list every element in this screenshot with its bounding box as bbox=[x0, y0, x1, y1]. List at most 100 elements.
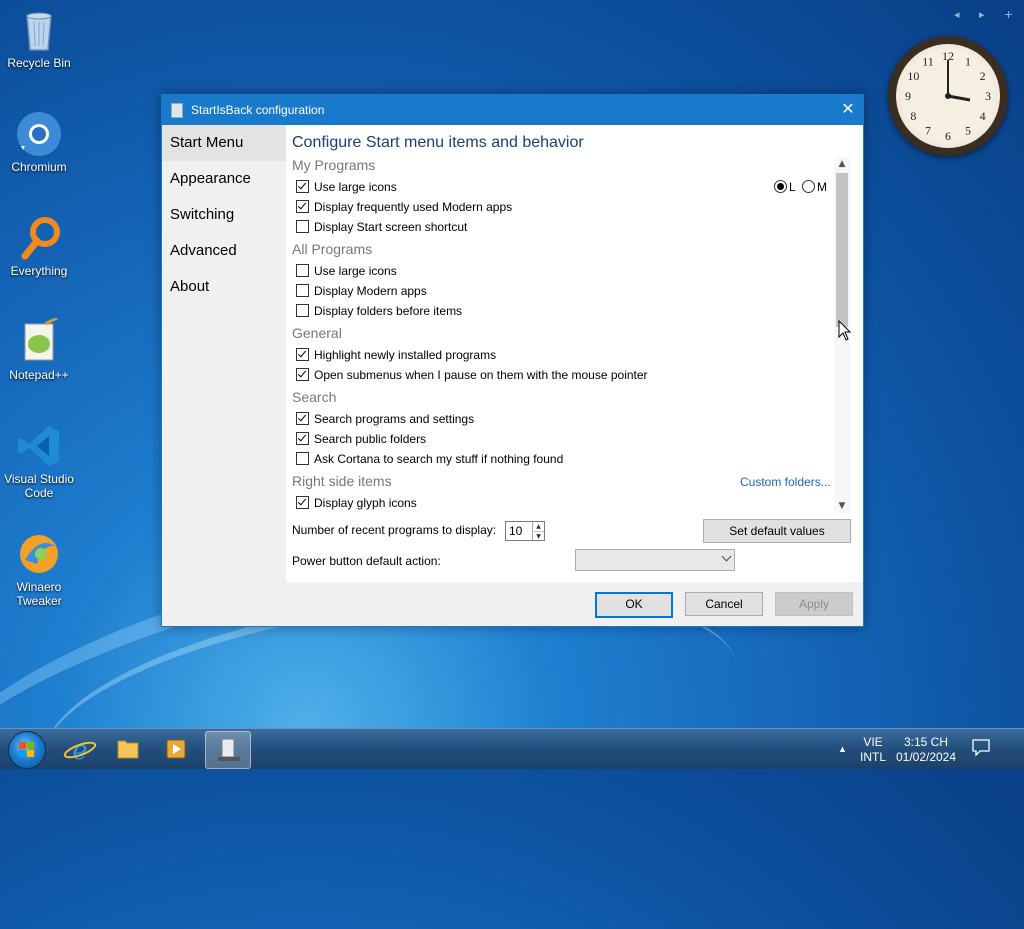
checkbox-label: Display Start screen shortcut bbox=[314, 220, 468, 234]
clock-gadget[interactable]: 12 1 2 3 4 5 6 7 8 9 10 11 bbox=[888, 36, 1008, 156]
taskbar-startisback[interactable] bbox=[205, 731, 251, 769]
radio-medium[interactable]: M bbox=[802, 177, 827, 197]
clock-numeral: 8 bbox=[910, 109, 916, 123]
desktop-icon-everything[interactable]: Everything bbox=[4, 214, 74, 278]
section-my-programs: My Programs bbox=[292, 157, 376, 173]
checkbox[interactable] bbox=[296, 220, 309, 233]
checkbox-row[interactable]: Display Modern apps bbox=[296, 281, 427, 301]
checkbox[interactable] bbox=[296, 412, 309, 425]
clock-numeral: 4 bbox=[980, 109, 986, 123]
checkbox-row[interactable]: Highlight newly installed programs bbox=[296, 345, 496, 365]
hour-hand bbox=[947, 94, 971, 102]
radio-large[interactable]: L bbox=[774, 177, 796, 197]
radio-button[interactable] bbox=[802, 180, 815, 193]
language-indicator[interactable]: VIE INTL bbox=[856, 735, 890, 765]
taskbar-ie[interactable]: e bbox=[58, 731, 102, 767]
sidebar: Start Menu Appearance Switching Advanced… bbox=[162, 125, 286, 582]
checkbox-row[interactable]: Use large icons bbox=[296, 261, 397, 281]
desktop-icon-label: Notepad++ bbox=[9, 368, 69, 382]
stepper-down-icon[interactable]: ▼ bbox=[532, 531, 544, 540]
sidebar-item-advanced[interactable]: Advanced bbox=[162, 233, 286, 269]
app-icon bbox=[171, 103, 183, 118]
apply-button[interactable]: Apply bbox=[775, 592, 853, 616]
power-button-label: Power button default action: bbox=[292, 554, 441, 568]
radio-label: L bbox=[789, 180, 796, 194]
checkbox-label: Search programs and settings bbox=[314, 412, 475, 426]
svg-text:e: e bbox=[72, 736, 87, 766]
checkbox[interactable] bbox=[296, 264, 309, 277]
window-title: StartIsBack configuration bbox=[191, 103, 325, 117]
clock-numeral: 2 bbox=[980, 69, 986, 83]
taskbar-media-player[interactable] bbox=[154, 731, 198, 767]
ok-button[interactable]: OK bbox=[595, 592, 673, 618]
taskbar-explorer[interactable] bbox=[106, 731, 150, 767]
dialog-footer: OK Cancel Apply bbox=[162, 582, 863, 626]
clock-numeral: 7 bbox=[925, 124, 931, 138]
checkbox-row[interactable]: Display folders before items bbox=[296, 301, 462, 321]
checkbox-row[interactable]: Open submenus when I pause on them with … bbox=[296, 365, 648, 385]
checkbox-row[interactable]: Search public folders bbox=[296, 429, 426, 449]
checkbox[interactable] bbox=[296, 432, 309, 445]
desktop-icon-recycle-bin[interactable]: Recycle Bin bbox=[4, 6, 74, 70]
sidebar-item-start-menu[interactable]: Start Menu bbox=[162, 125, 286, 161]
recycle-bin-icon bbox=[15, 6, 63, 54]
gadget-nav[interactable]: ◂ ▸ + bbox=[954, 8, 1021, 21]
checkbox-row[interactable]: Display frequently used Modern apps bbox=[296, 197, 512, 217]
sidebar-item-about[interactable]: About bbox=[162, 269, 286, 305]
notepadpp-icon bbox=[15, 316, 63, 366]
power-button-select[interactable] bbox=[575, 549, 735, 571]
checkbox[interactable] bbox=[296, 284, 309, 297]
desktop-icon-winaero[interactable]: Winaero Tweaker bbox=[4, 530, 74, 608]
desktop-icon-chromium[interactable]: Chromium bbox=[4, 110, 74, 174]
checkbox-row[interactable]: Display glyph icons bbox=[296, 493, 417, 513]
recent-programs-label: Number of recent programs to display: bbox=[292, 523, 497, 537]
checkbox[interactable] bbox=[296, 452, 309, 465]
desktop-icon-notepadpp[interactable]: Notepad++ bbox=[4, 316, 74, 382]
clock-date: 01/02/2024 bbox=[895, 750, 957, 764]
checkbox[interactable] bbox=[296, 180, 309, 193]
section-right-side-items: Right side items bbox=[292, 473, 392, 489]
checkbox-row[interactable]: Use large icons bbox=[296, 177, 397, 197]
radio-button[interactable] bbox=[774, 180, 787, 193]
sidebar-item-switching[interactable]: Switching bbox=[162, 197, 286, 233]
checkbox[interactable] bbox=[296, 200, 309, 213]
checkbox[interactable] bbox=[296, 368, 309, 381]
start-button[interactable] bbox=[8, 731, 46, 769]
scroll-down-icon[interactable]: ▼ bbox=[834, 499, 850, 513]
set-default-values-button[interactable]: Set default values bbox=[703, 519, 851, 543]
checkbox-row[interactable]: Search programs and settings bbox=[296, 409, 474, 429]
checkbox-row[interactable]: Display Start screen shortcut bbox=[296, 217, 467, 237]
radio-label: M bbox=[817, 180, 827, 194]
checkbox[interactable] bbox=[296, 348, 309, 361]
close-button[interactable]: ✕ bbox=[833, 95, 863, 125]
section-all-programs: All Programs bbox=[292, 241, 373, 257]
clock-numeral: 1 bbox=[965, 54, 971, 68]
stepper-up-icon[interactable]: ▲ bbox=[532, 522, 544, 531]
folder-icon bbox=[117, 740, 139, 759]
cancel-button[interactable]: Cancel bbox=[685, 592, 763, 616]
sidebar-item-appearance[interactable]: Appearance bbox=[162, 161, 286, 197]
language-code: VIE bbox=[863, 735, 883, 749]
recent-programs-stepper[interactable]: 10 ▲ ▼ bbox=[505, 521, 545, 541]
title-bar[interactable]: StartIsBack configuration ✕ bbox=[162, 95, 863, 125]
vscode-icon bbox=[15, 422, 63, 470]
system-clock[interactable]: 3:15 CH 01/02/2024 bbox=[894, 735, 958, 765]
clock-numeral: 5 bbox=[965, 124, 971, 138]
clock-numeral: 11 bbox=[922, 54, 934, 68]
show-hidden-icons-icon[interactable]: ▲ bbox=[838, 742, 847, 757]
checkbox-label: Display glyph icons bbox=[314, 496, 417, 510]
notifications-button[interactable] bbox=[966, 737, 996, 761]
checkbox[interactable] bbox=[296, 496, 309, 509]
desktop-icon-vscode[interactable]: Visual Studio Code bbox=[4, 422, 74, 500]
scroll-thumb[interactable] bbox=[836, 173, 848, 327]
custom-folders-link[interactable]: Custom folders... bbox=[740, 475, 831, 489]
checkbox[interactable] bbox=[296, 304, 309, 317]
section-search: Search bbox=[292, 389, 337, 405]
section-general: General bbox=[292, 325, 342, 341]
checkbox-row[interactable]: Ask Cortana to search my stuff if nothin… bbox=[296, 449, 563, 469]
recent-programs-value[interactable]: 10 bbox=[509, 524, 522, 538]
mouse-pointer-icon bbox=[838, 320, 852, 341]
media-player-icon bbox=[166, 739, 186, 759]
scroll-up-icon[interactable]: ▲ bbox=[834, 157, 850, 171]
desktop-icon-label: Everything bbox=[10, 264, 68, 278]
